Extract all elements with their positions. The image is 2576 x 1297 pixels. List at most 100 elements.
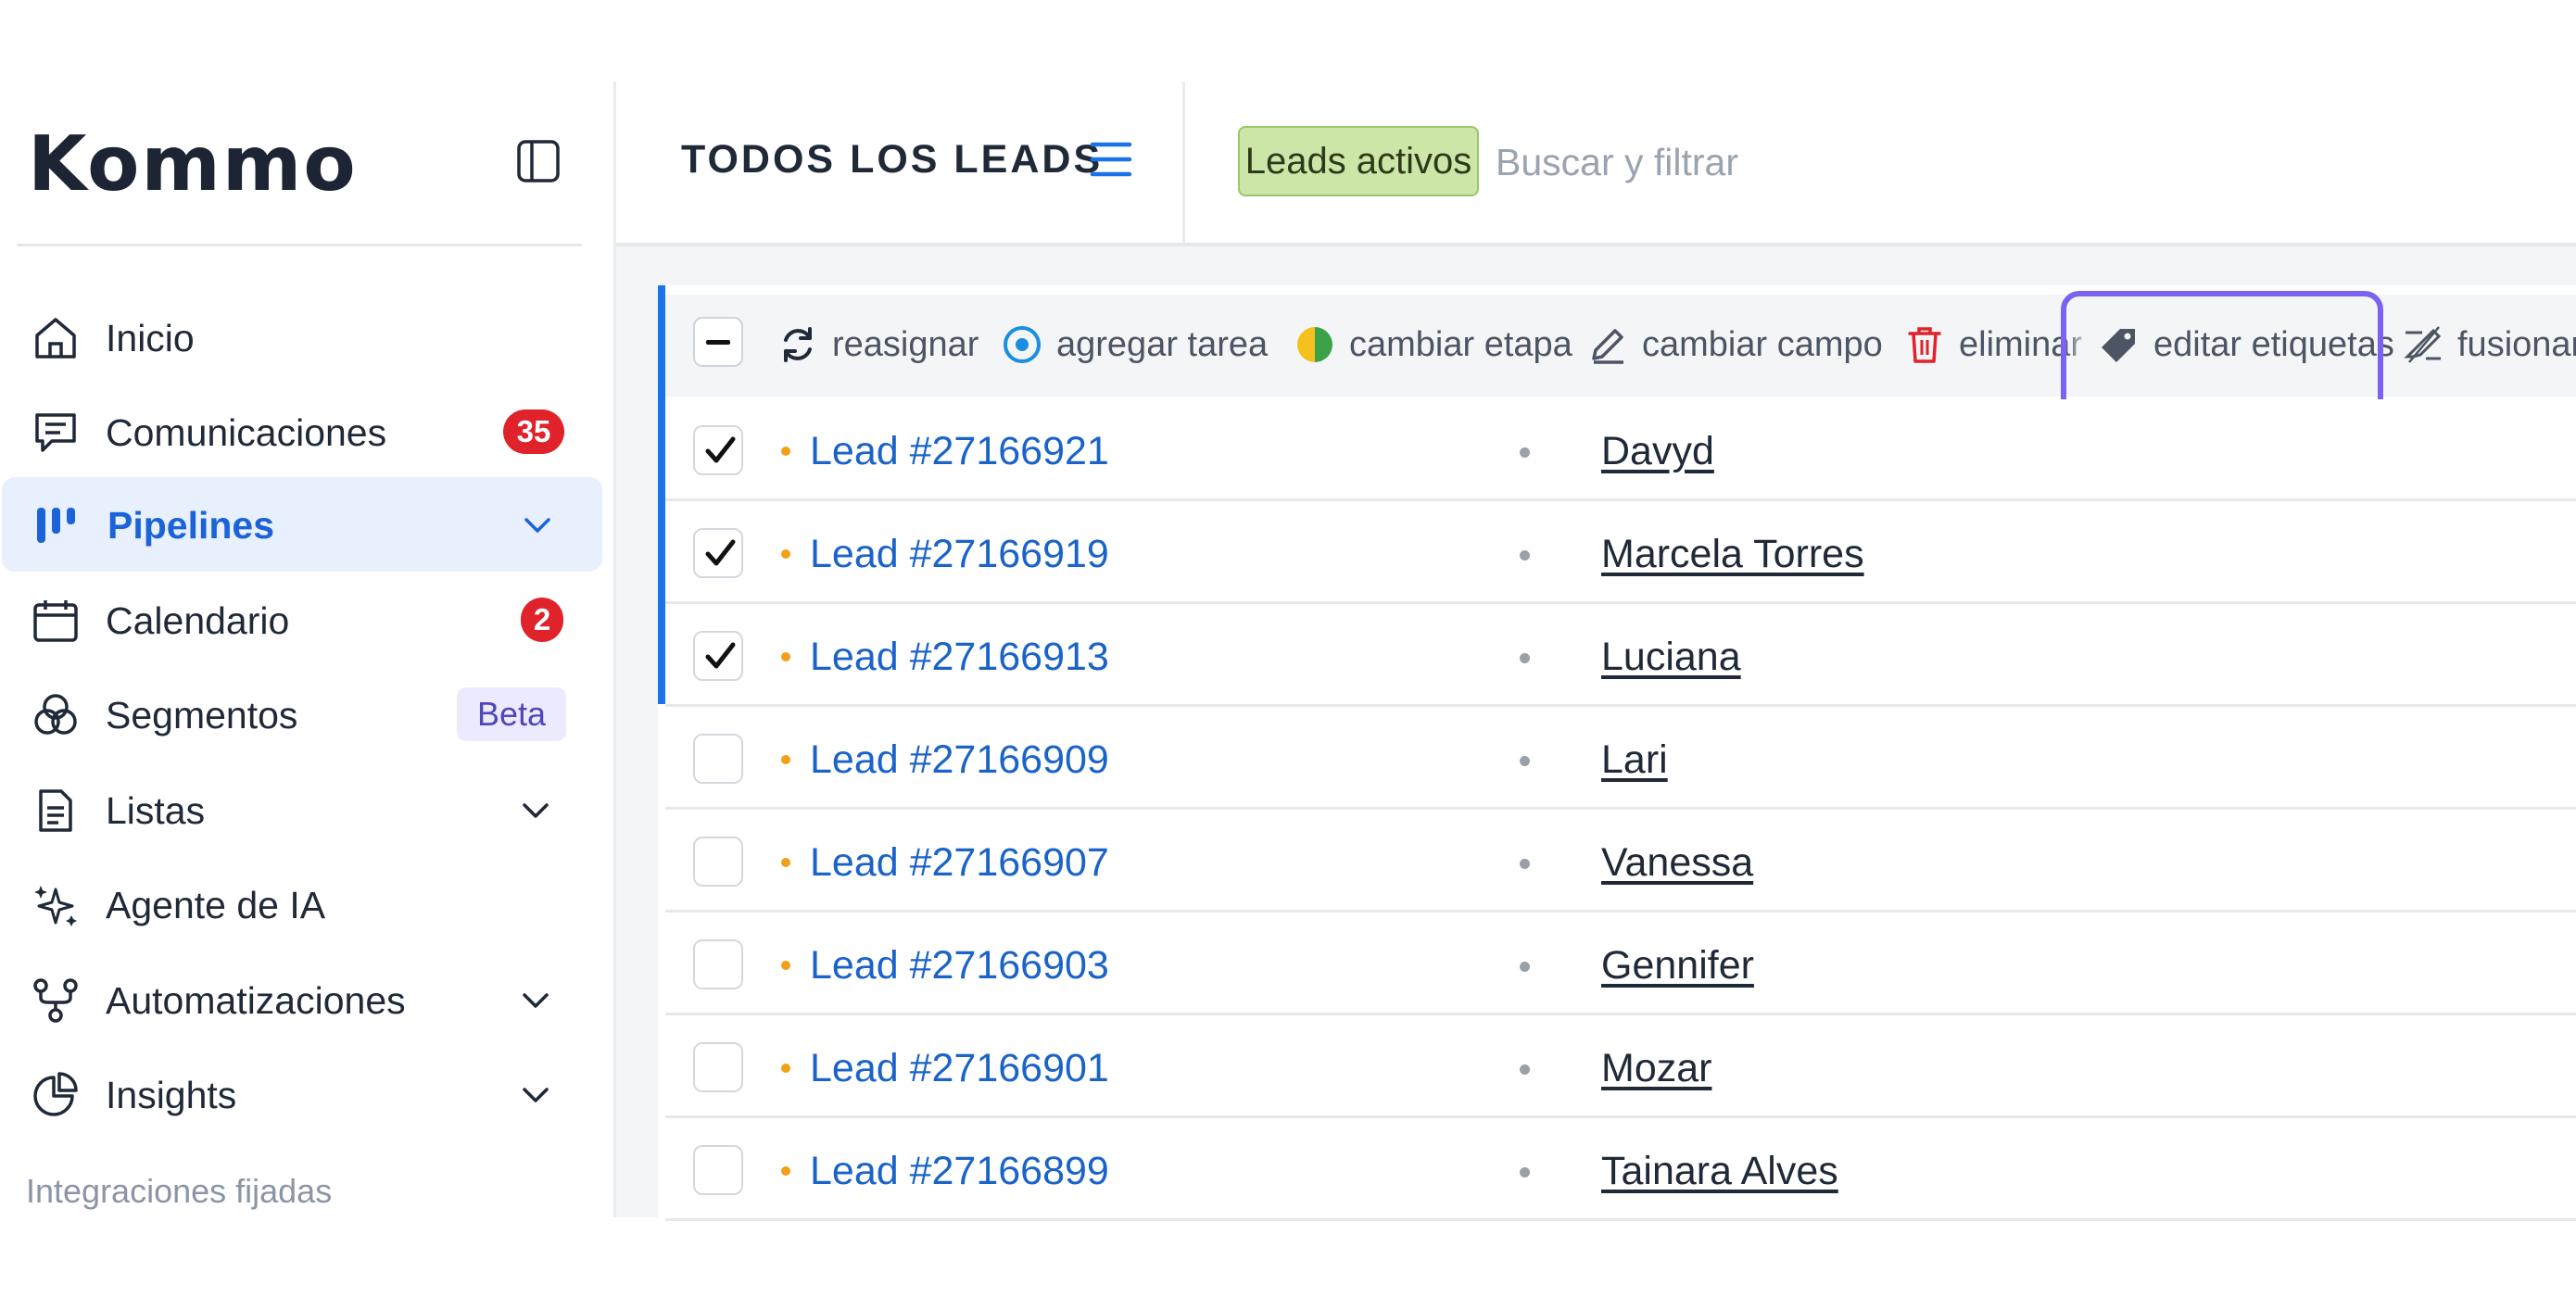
reassign-button[interactable]: reasignar — [777, 319, 979, 371]
pie-chart-icon — [33, 1072, 78, 1116]
page-title: TODOS LOS LEADS — [681, 137, 1104, 182]
contact-name-link[interactable]: Luciana — [1601, 635, 1741, 680]
chevron-down-icon[interactable] — [517, 982, 554, 1019]
contact-name-link[interactable]: Tainara Alves — [1601, 1149, 1838, 1194]
contact-separator-dot — [1520, 653, 1530, 663]
search-input[interactable] — [1496, 130, 2144, 195]
row-checkbox[interactable] — [693, 939, 743, 989]
merge-button[interactable]: fusionar — [2402, 319, 2576, 371]
contact-separator-dot — [1520, 550, 1530, 560]
contact-name-link[interactable]: Mozar — [1601, 1046, 1711, 1091]
home-icon — [35, 318, 76, 359]
contact-separator-dot — [1520, 859, 1530, 869]
contact-name-link[interactable]: Vanessa — [1601, 840, 1753, 886]
lead-status-dot — [781, 1166, 790, 1176]
lead-name-link[interactable]: Lead #27166907 — [810, 840, 1109, 886]
contact-name-link[interactable]: Lari — [1601, 737, 1668, 783]
row-checkbox[interactable] — [693, 1145, 743, 1195]
contact-separator-dot — [1520, 962, 1530, 972]
table-row[interactable]: Lead #27166913 Luciana — [665, 605, 2576, 707]
add-task-button[interactable]: agregar tarea — [1001, 319, 1268, 371]
edit-tags-highlight — [2061, 291, 2383, 417]
checkmark-icon — [705, 642, 736, 669]
add-task-label: agregar tarea — [1056, 324, 1269, 364]
lead-status-dot — [781, 1064, 790, 1073]
change-field-button[interactable]: cambiar campo — [1586, 319, 1883, 371]
logo-separator — [17, 244, 582, 246]
beta-badge: Beta — [457, 687, 566, 741]
segments-icon — [34, 694, 77, 735]
reassign-label: reasignar — [832, 324, 979, 364]
sidebar-item-label: Automatizaciones — [106, 979, 406, 1022]
target-icon — [1004, 326, 1041, 363]
lead-name-link[interactable]: Lead #27166919 — [810, 532, 1109, 577]
change-stage-button[interactable]: cambiar etapa — [1294, 319, 1572, 371]
lead-name-link[interactable]: Lead #27166901 — [810, 1046, 1109, 1091]
refresh-icon — [784, 327, 812, 362]
change-stage-label: cambiar etapa — [1349, 324, 1572, 364]
sidebar-item-label: Segmentos — [106, 694, 298, 737]
lead-name-link[interactable]: Lead #27166903 — [810, 943, 1109, 988]
lead-name-link[interactable]: Lead #27166913 — [810, 635, 1109, 680]
sidebar-item-label: Comunicaciones — [106, 411, 387, 454]
lead-status-dot — [781, 549, 790, 559]
checkmark-icon — [705, 539, 736, 566]
change-field-label: cambiar campo — [1642, 324, 1883, 364]
contact-separator-dot — [1520, 1167, 1530, 1177]
sidebar-item-label: Insights — [106, 1074, 237, 1116]
sidebar-item-insights[interactable]: Insights — [0, 1047, 604, 1141]
list-menu-icon[interactable] — [1089, 137, 1133, 182]
delete-button[interactable]: eliminar — [1903, 319, 2082, 371]
lead-status-dot — [781, 652, 790, 661]
table-row[interactable]: Lead #27166919 Marcela Torres — [665, 502, 2576, 604]
row-checkbox[interactable] — [693, 425, 743, 475]
sidebar-item-agente-ia[interactable]: Agente de IA — [0, 857, 604, 951]
sidebar-item-automatizaciones[interactable]: Automatizaciones — [0, 952, 604, 1047]
lead-name-link[interactable]: Lead #27166899 — [810, 1149, 1109, 1194]
table-row[interactable]: Lead #27166899 Tainara Alves — [665, 1119, 2576, 1221]
row-checkbox[interactable] — [693, 837, 743, 887]
sidebar-item-comunicaciones[interactable]: Comunicaciones 35 — [0, 384, 604, 479]
lead-name-link[interactable]: Lead #27166921 — [810, 429, 1109, 474]
chevron-down-icon[interactable] — [517, 1077, 554, 1114]
active-leads-filter-chip[interactable]: Leads activos — [1238, 126, 1479, 196]
select-all-checkbox[interactable] — [693, 317, 743, 367]
pinned-integrations-heading: Integraciones fijadas — [26, 1172, 333, 1210]
sidebar-item-pipelines[interactable]: Pipelines — [2, 477, 602, 572]
row-checkbox[interactable] — [693, 1042, 743, 1092]
lead-status-dot — [781, 755, 790, 764]
sidebar-item-label: Agente de IA — [106, 884, 326, 926]
row-checkbox[interactable] — [693, 734, 743, 784]
contact-separator-dot — [1520, 447, 1530, 458]
sidebar-toggle-icon[interactable] — [514, 137, 562, 185]
contact-name-link[interactable]: Marcela Torres — [1601, 532, 1864, 577]
table-row[interactable]: Lead #27166907 Vanessa — [665, 811, 2576, 913]
sidebar-item-label: Calendario — [106, 599, 290, 642]
lead-name-link[interactable]: Lead #27166909 — [810, 737, 1109, 783]
sidebar-item-label: Inicio — [106, 317, 195, 359]
sidebar-item-calendario[interactable]: Calendario 2 — [0, 573, 604, 667]
sidebar-item-inicio[interactable]: Inicio — [0, 290, 604, 384]
contact-name-link[interactable]: Davyd — [1601, 429, 1714, 474]
table-row[interactable]: Lead #27166903 Gennifer — [665, 913, 2576, 1015]
header-divider — [1182, 82, 1185, 244]
chevron-down-icon[interactable] — [519, 507, 556, 544]
row-checkbox[interactable] — [693, 528, 743, 578]
indeterminate-dash — [706, 339, 730, 345]
table-row[interactable]: Lead #27166909 Lari — [665, 708, 2576, 810]
pipeline-icon — [37, 508, 75, 543]
table-row[interactable]: Lead #27166901 Mozar — [665, 1016, 2576, 1118]
document-icon — [39, 789, 72, 832]
sidebar-item-label: Listas — [106, 789, 206, 832]
contact-name-link[interactable]: Gennifer — [1601, 943, 1754, 988]
sidebar-item-segmentos[interactable]: Segmentos Beta — [0, 667, 604, 762]
kommo-logo[interactable]: Kommo — [28, 120, 358, 208]
row-checkbox[interactable] — [693, 631, 743, 681]
table-row[interactable]: Lead #27166921 Davyd — [665, 399, 2576, 501]
contact-separator-dot — [1520, 756, 1530, 766]
chat-icon — [35, 413, 76, 452]
sidebar-item-listas[interactable]: Listas — [0, 762, 604, 857]
chevron-down-icon[interactable] — [517, 792, 554, 829]
merge-icon — [2404, 326, 2442, 363]
selection-accent-bar — [658, 285, 665, 704]
